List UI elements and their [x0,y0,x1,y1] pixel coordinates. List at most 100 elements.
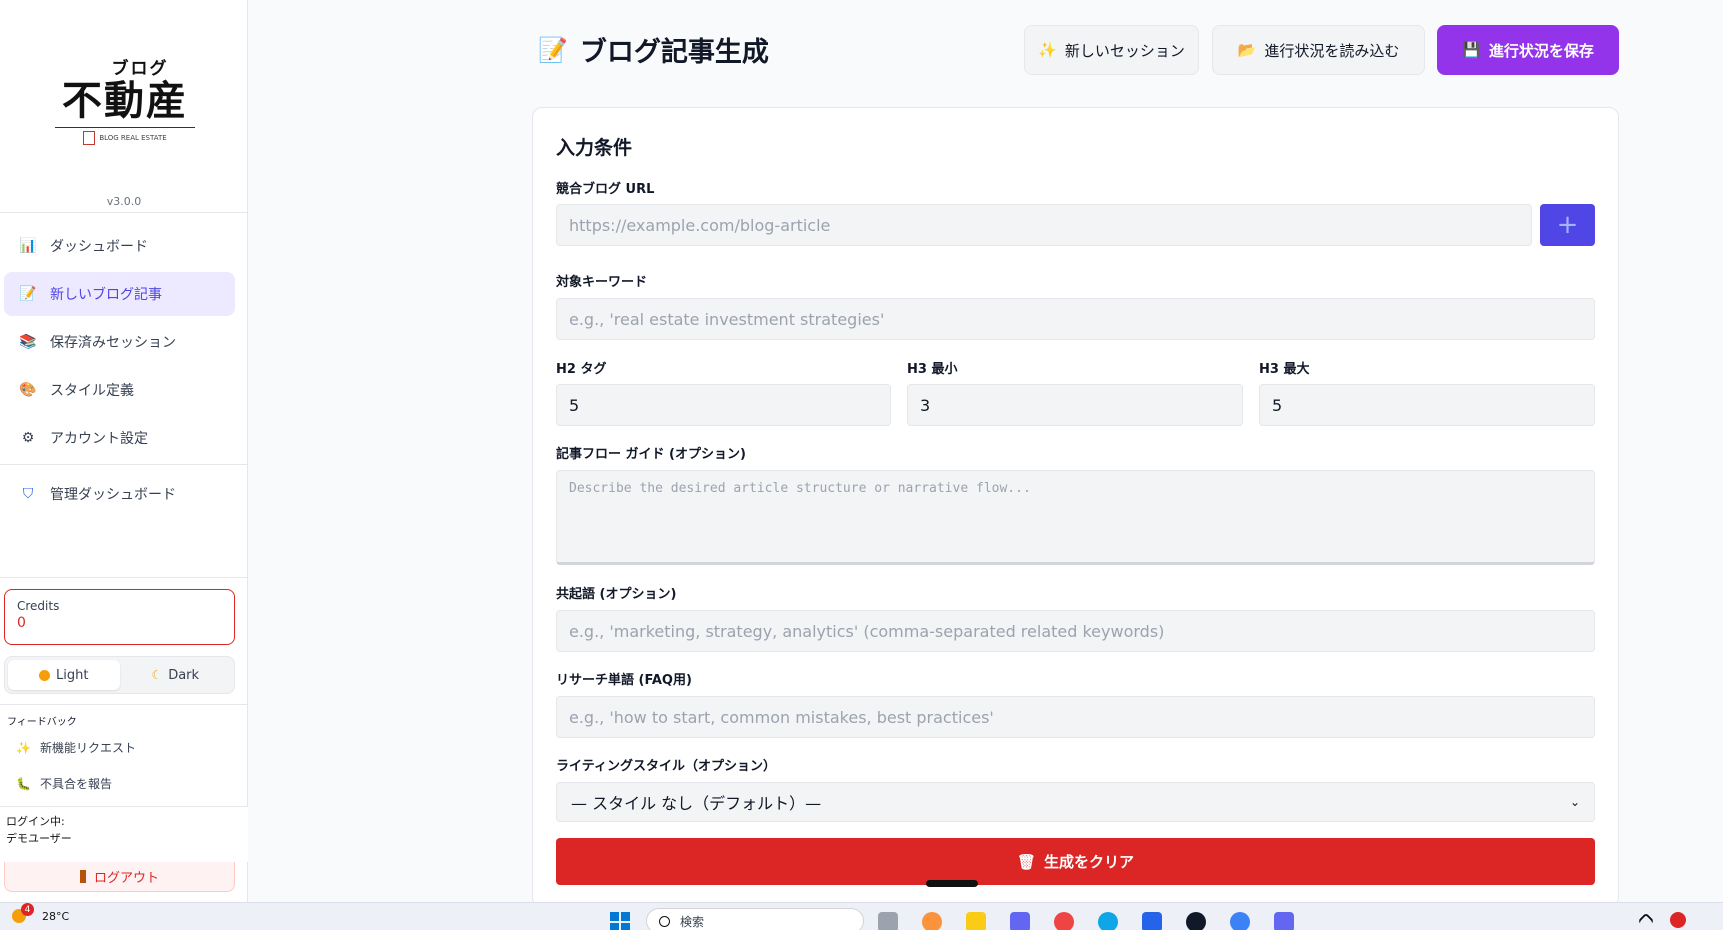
task-view-icon[interactable] [878,912,898,930]
sparkles-icon: ✨ [16,740,31,755]
writing-style-select[interactable]: — スタイル なし（デフォルト）— ⌄ [556,782,1595,822]
memo-icon: 📝 [538,35,568,64]
h3-min-label: H3 最小 [907,362,958,377]
folder-icon[interactable] [966,912,986,930]
research-words-label: リサーチ単語 (FAQ用) [556,673,692,688]
writing-style-label: ライティングスタイル（オプション） [556,759,776,774]
logo-rule [55,127,195,128]
floppy-disk-icon: 💾 [1462,41,1481,59]
bug-icon: 🐛 [16,776,31,791]
books-icon: 📚 [19,334,37,350]
sidebar-item-label: ダッシュボード [50,239,148,255]
section-title: 入力条件 [556,137,633,159]
clear-generation-button[interactable]: 🗑 生成をクリア [556,838,1595,885]
theme-light-option[interactable]: Light [8,660,120,690]
app-icon[interactable] [922,912,942,930]
logo-sub-text: BLOG REAL ESTATE [99,134,167,142]
competitor-url-input[interactable]: https://example.com/blog-article [556,204,1532,246]
credits-value: 0 [17,615,26,631]
competitor-url-label: 競合ブログ URL [556,182,655,197]
taskbar-search[interactable]: 検索 [646,908,864,930]
logout-button[interactable]: ログアウト [4,862,235,892]
app-icon[interactable] [1230,912,1250,930]
chrome-icon[interactable] [1054,912,1074,930]
store-icon[interactable] [1142,912,1162,930]
sidebar-item-dashboard[interactable]: 📊 ダッシュボード [4,224,235,268]
h3-max-input[interactable]: 5 [1259,384,1595,426]
tray-icon[interactable] [1670,912,1686,928]
sidebar-divider [0,464,248,465]
logo-kana: ブログ [111,59,169,79]
terminal-icon[interactable] [1274,912,1294,930]
new-session-button[interactable]: ✨ 新しいセッション [1024,25,1199,75]
teams-icon[interactable] [1010,912,1030,930]
theme-toggle: Light ☾ Dark [4,656,235,694]
search-icon [659,915,670,927]
sidebar: ブログ 不動産 BLOG REAL ESTATE v3.0.0 📊 ダッシュボー… [0,0,248,902]
gear-icon: ⚙ [21,430,35,446]
brand-logo[interactable]: ブログ 不動産 BLOG REAL ESTATE [40,54,210,154]
bar-chart-icon: 📊 [19,238,37,254]
h2-tags-label: H2 タグ [556,362,607,377]
load-progress-label: 進行状況を読み込む [1264,41,1400,60]
save-progress-button[interactable]: 💾 進行状況を保存 [1437,25,1619,75]
os-taskbar: 4 28°C 検索 [0,902,1723,930]
sidebar-item-saved-sessions[interactable]: 📚 保存済みセッション [4,320,235,364]
flow-guide-textarea[interactable]: Describe the desired article structure o… [556,470,1595,565]
seal-icon [83,131,96,145]
sidebar-item-label: 保存済みセッション [50,335,176,351]
flow-guide-label: 記事フロー ガイド (オプション) [556,447,746,462]
feature-request-link[interactable]: ✨ 新機能リクエスト [16,739,136,756]
page-title-text: ブログ記事生成 [579,37,769,68]
logout-label: ログアウト [93,871,159,886]
windows-start-icon[interactable] [610,912,630,930]
chatgpt-icon[interactable] [1186,912,1206,930]
sidebar-item-account-settings[interactable]: ⚙ アカウント設定 [4,416,235,460]
shield-icon: ⛉ [22,486,34,502]
h2-tags-input[interactable]: 5 [556,384,891,426]
login-info: ログイン中: デモユーザー [0,806,248,862]
sidebar-item-label: スタイル定義 [50,383,134,399]
sun-icon [39,669,51,681]
cooccurrence-label: 共起語 (オプション) [556,587,677,602]
sidebar-divider [0,704,248,705]
edge-icon[interactable] [1098,912,1118,930]
chevron-up-icon[interactable] [1637,912,1655,930]
logo-sub: BLOG REAL ESTATE [40,131,210,145]
bug-report-link[interactable]: 🐛 不具合を報告 [16,775,112,792]
sidebar-item-new-blog-post[interactable]: 📝 新しいブログ記事 [4,272,235,316]
sidebar-divider [0,212,248,213]
theme-dark-label: Dark [168,667,200,683]
folder-icon: 📂 [1237,41,1257,59]
feature-request-label: 新機能リクエスト [40,741,137,755]
writing-style-selected: — スタイル なし（デフォルト）— [571,794,822,813]
research-words-input[interactable]: e.g., 'how to start, common mistakes, be… [556,696,1595,738]
theme-dark-option[interactable]: ☾ Dark [120,660,232,690]
credits-label: Credits [17,599,60,613]
scroll-indicator[interactable] [926,880,978,887]
sidebar-item-label: 新しいブログ記事 [50,287,162,303]
taskbar-search-placeholder: 検索 [680,914,705,929]
palette-icon: 🎨 [19,382,37,398]
wastebasket-icon: 🗑 [1016,852,1037,871]
sidebar-item-label: 管理ダッシュボード [50,487,176,503]
sidebar-item-admin-dashboard[interactable]: ⛉ 管理ダッシュボード [4,472,235,516]
cooccurrence-input[interactable]: e.g., 'marketing, strategy, analytics' (… [556,610,1595,652]
sidebar-divider [0,577,248,578]
page-title: 📝 ブログ記事生成 [538,30,769,69]
feedback-title: フィードバック [7,717,77,728]
weather-widget[interactable]: 4 28°C [12,903,69,923]
sidebar-item-style-definitions[interactable]: 🎨 スタイル定義 [4,368,235,412]
keyword-label: 対象キーワード [556,275,648,290]
load-progress-button[interactable]: 📂 進行状況を読み込む [1212,25,1425,75]
add-url-button[interactable]: + [1540,204,1595,246]
credits-box: Credits 0 [4,589,235,645]
sparkles-icon: ✨ [1038,41,1057,59]
weather-sun-icon: 4 [12,903,34,923]
login-user: デモユーザー [6,832,72,845]
door-icon [79,870,86,883]
plus-icon: + [1556,210,1579,240]
h3-min-input[interactable]: 3 [907,384,1243,426]
new-session-label: 新しいセッション [1064,41,1185,60]
keyword-input[interactable]: e.g., 'real estate investment strategies… [556,298,1595,340]
